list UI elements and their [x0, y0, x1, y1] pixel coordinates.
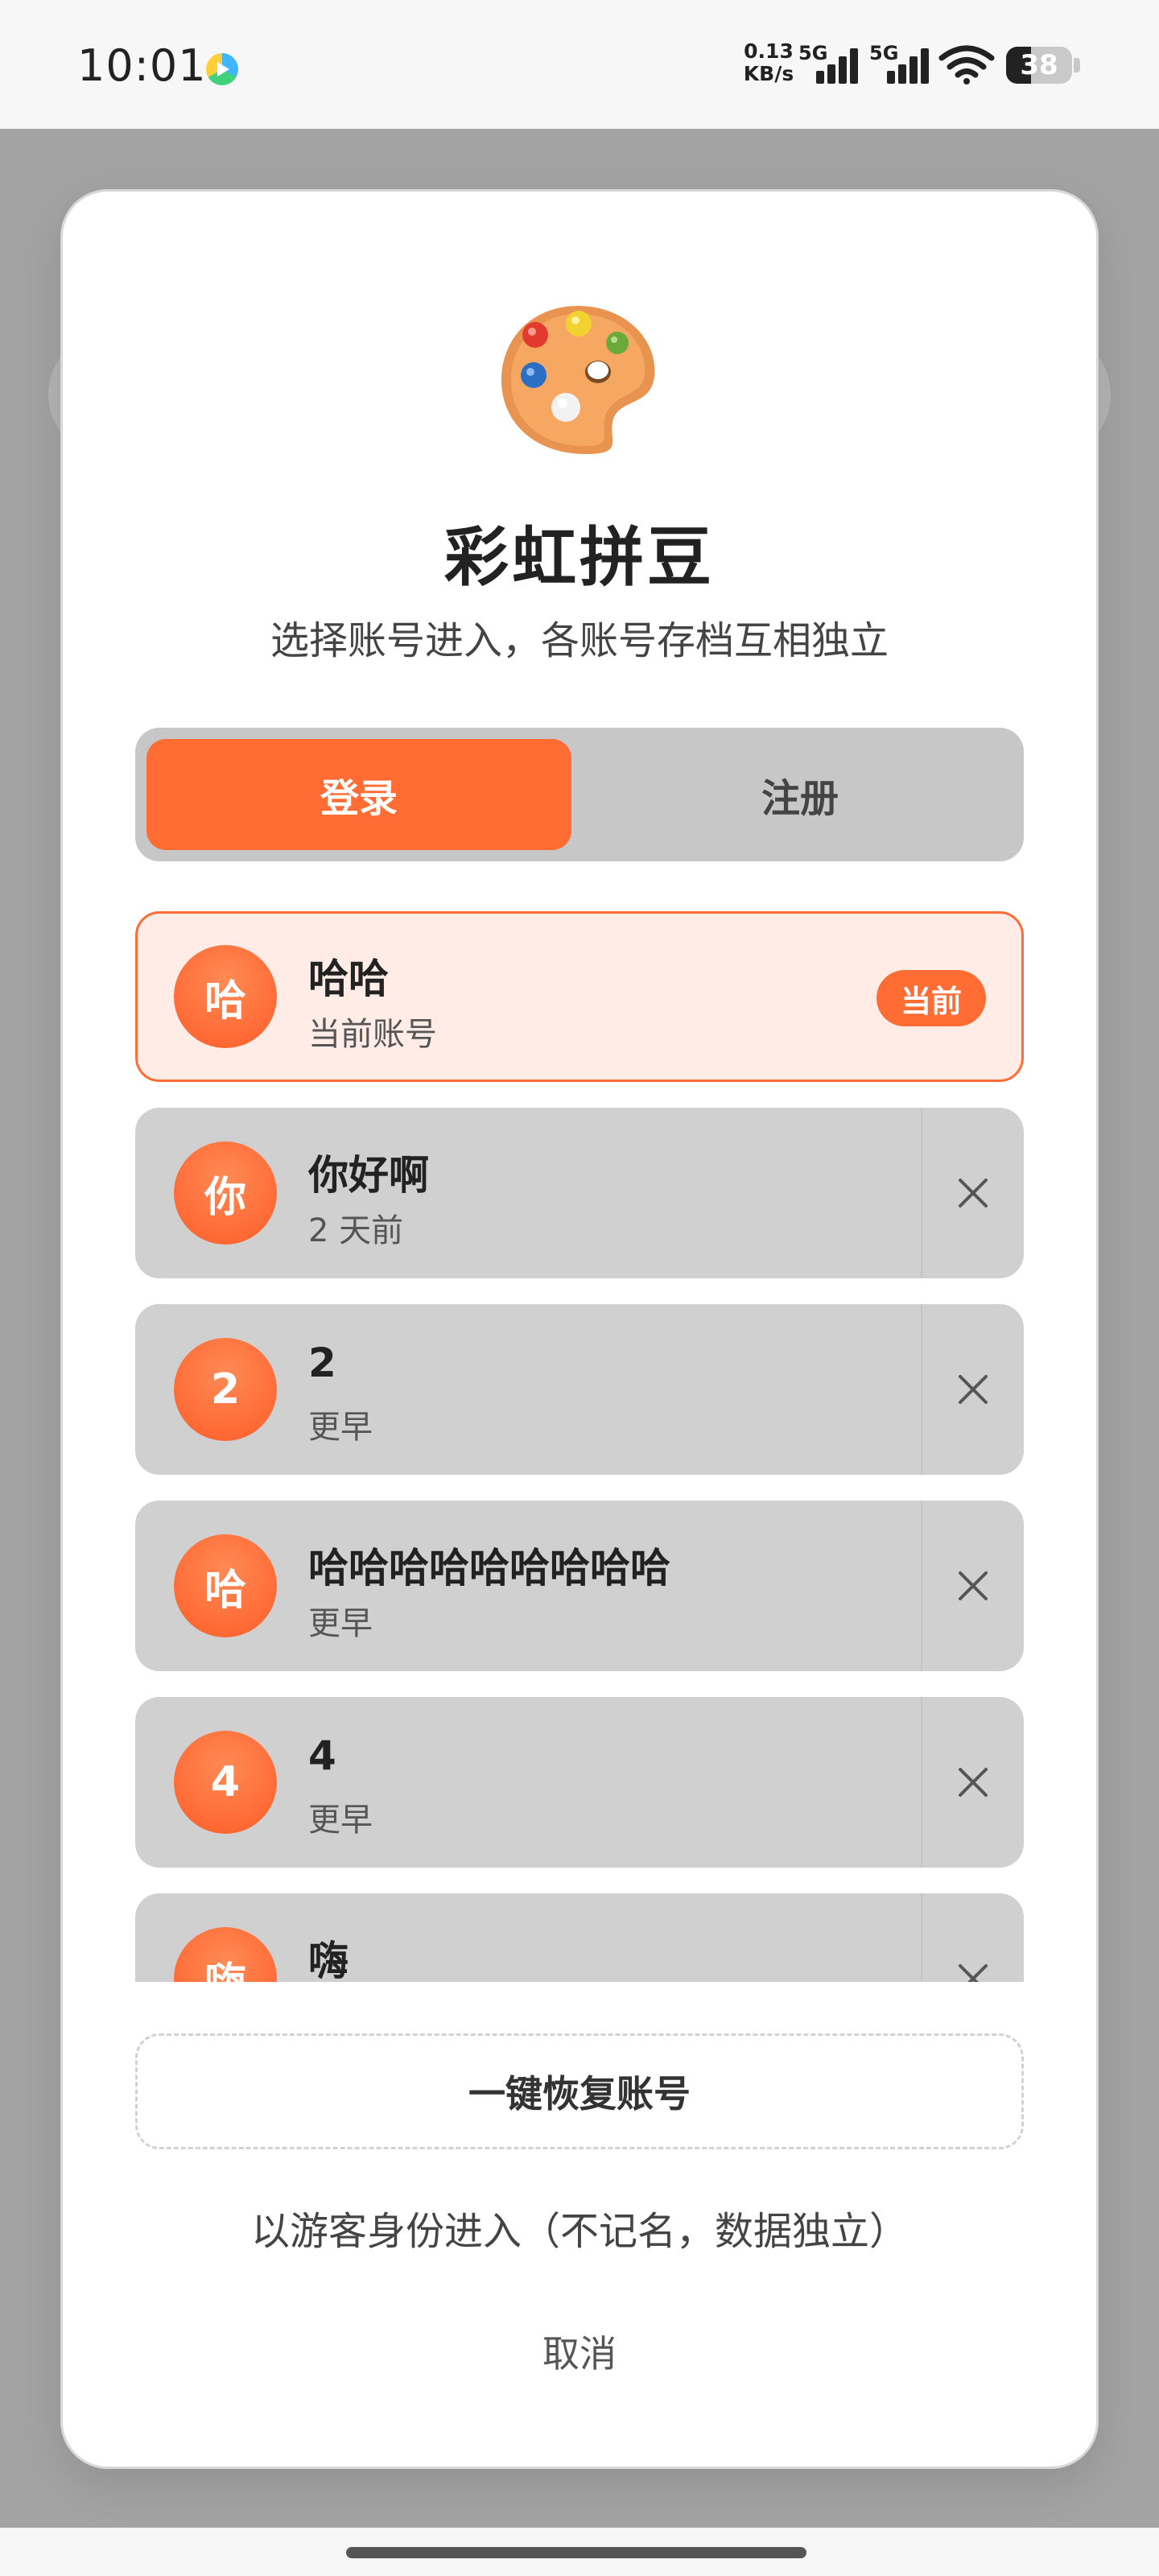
network-speed: 0.13 KB/s [740, 40, 797, 85]
account-name: 嗨 [308, 1938, 349, 1982]
account-item-current[interactable]: 哈 哈哈 当前账号 当前 [135, 911, 1024, 1082]
tab-register[interactable]: 注册 [588, 739, 1013, 850]
signal-icon [884, 47, 934, 84]
avatar: 4 [174, 1731, 277, 1834]
account-name: 2 [308, 1340, 336, 1386]
network-speed-unit: KB/s [743, 62, 794, 85]
close-icon [959, 1768, 988, 1797]
status-bar: 10:01 0.13 KB/s 5G 5G 38 [0, 0, 1159, 129]
home-indicator[interactable] [346, 2547, 806, 2558]
account-item[interactable]: 哈 哈哈哈哈哈哈哈哈哈 更早 [135, 1501, 1024, 1671]
cancel-button[interactable]: 取消 [63, 2325, 1096, 2378]
account-meta: 当前账号 [308, 1016, 437, 1053]
dialog-subtitle: 选择账号进入，各账号存档互相独立 [270, 618, 889, 663]
avatar: 2 [174, 1338, 277, 1441]
avatar: 你 [174, 1141, 277, 1245]
restore-account-button[interactable]: 一键恢复账号 [135, 2033, 1024, 2149]
account-picker-dialog: 彩虹拼豆 选择账号进入，各账号存档互相独立 登录 注册 哈 哈哈 当前账号 当前… [63, 192, 1096, 2467]
account-list[interactable]: 哈 哈哈 当前账号 当前 你 你好啊 2 天前 2 2 更早 哈 哈哈哈哈哈哈哈… [135, 911, 1024, 1982]
close-icon [959, 1964, 988, 1982]
current-badge: 当前 [876, 970, 986, 1026]
account-item[interactable]: 2 2 更早 [135, 1304, 1024, 1475]
account-item[interactable]: 4 4 更早 [135, 1697, 1024, 1868]
account-meta: 更早 [308, 1605, 373, 1642]
account-meta: 2 天前 [308, 1212, 404, 1249]
remove-account-button[interactable] [921, 1108, 1024, 1278]
battery-level: 38 [1020, 49, 1058, 81]
close-icon [959, 1571, 988, 1600]
dialog-title: 彩虹拼豆 [444, 520, 715, 595]
avatar: 哈 [174, 945, 277, 1048]
signal-icon [813, 47, 863, 84]
remove-account-button[interactable] [921, 1304, 1024, 1475]
guest-login-link[interactable]: 以游客身份进入（不记名，数据独立） [63, 2199, 1096, 2256]
wifi-icon [938, 45, 995, 85]
account-item[interactable]: 你 你好啊 2 天前 [135, 1108, 1024, 1278]
network-speed-value: 0.13 [744, 39, 794, 63]
auth-tabs: 登录 注册 [135, 728, 1024, 861]
account-meta: 更早 [308, 1802, 373, 1839]
account-meta: 更早 [308, 1409, 373, 1446]
avatar: 哈 [174, 1534, 277, 1637]
remove-account-button[interactable] [921, 1893, 1024, 1982]
battery-nub [1074, 58, 1080, 72]
close-icon [959, 1179, 988, 1208]
close-icon [959, 1375, 988, 1404]
palette-icon [501, 306, 655, 455]
account-item[interactable]: 嗨 嗨 [135, 1893, 1024, 1982]
avatar: 嗨 [174, 1927, 277, 1982]
account-name: 哈哈 [308, 956, 389, 1002]
account-name: 哈哈哈哈哈哈哈哈哈 [308, 1545, 670, 1591]
remove-account-button[interactable] [921, 1697, 1024, 1868]
battery-icon: 38 [1006, 47, 1072, 84]
app-notification-icon [206, 53, 238, 85]
tab-login[interactable]: 登录 [146, 739, 571, 850]
account-name: 你好啊 [308, 1152, 429, 1199]
remove-account-button[interactable] [921, 1501, 1024, 1671]
status-time: 10:01 [77, 40, 207, 91]
account-name: 4 [308, 1732, 336, 1779]
